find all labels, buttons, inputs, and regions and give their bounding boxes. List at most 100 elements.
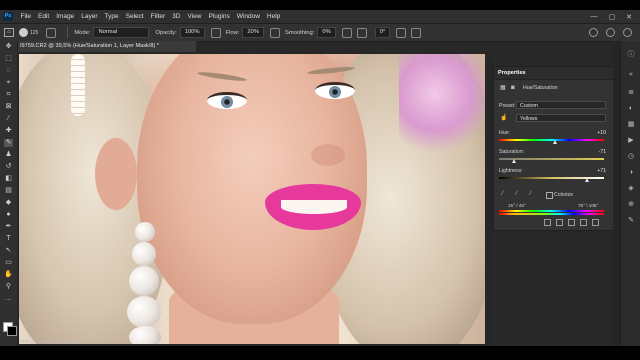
swatches-icon[interactable]: ▦ [627, 121, 635, 129]
gear-icon[interactable] [341, 27, 352, 38]
airbrush-icon[interactable] [270, 27, 281, 38]
eyedropper-tool-icon[interactable]: ⁄ [4, 115, 13, 123]
colorize-checkbox[interactable] [546, 192, 553, 199]
menu-type[interactable]: Type [101, 13, 122, 20]
visibility-icon[interactable] [580, 219, 587, 226]
menu-window[interactable]: Window [233, 13, 263, 20]
frame-tool-icon[interactable]: ⊠ [4, 103, 13, 111]
hand-tool-icon[interactable]: ✋ [4, 271, 13, 279]
object-select-tool-icon[interactable]: ⌖ [4, 79, 13, 87]
eraser-tool-icon[interactable]: ◧ [4, 175, 13, 183]
earring-pearl [129, 266, 159, 296]
clone-stamp-tool-icon[interactable]: ♟ [4, 151, 13, 159]
healing-brush-tool-icon[interactable]: ✚ [4, 127, 13, 135]
brush-preset-icon[interactable] [19, 28, 28, 37]
clip-to-layer-icon[interactable] [544, 219, 551, 226]
minimize-button[interactable]: — [591, 13, 598, 21]
menu-image[interactable]: Image [53, 13, 78, 20]
more-tools-icon[interactable]: … [4, 295, 13, 303]
adjustments-icon[interactable]: ◑ [627, 169, 635, 177]
divider [67, 27, 69, 38]
saturation-slider-handle[interactable] [511, 159, 516, 163]
lightness-slider-handle[interactable] [585, 178, 590, 182]
right-panel-icons: ⓘ « ≣ ◐ ▦ ▶ ◷ ◑ ◈ ⊕ ✎ [620, 41, 640, 346]
pressure-opacity-icon[interactable] [210, 27, 221, 38]
flow-field[interactable]: 20% [242, 27, 265, 38]
menu-file[interactable]: File [17, 13, 34, 20]
close-button[interactable]: ✕ [626, 13, 632, 21]
view-previous-icon[interactable] [556, 219, 563, 226]
hue-value[interactable]: +10 [597, 130, 606, 136]
eyedropper-subtract-icon[interactable]: ⁄ [530, 191, 536, 197]
lasso-tool-icon[interactable]: ◌ [4, 67, 13, 75]
channels-icon[interactable]: ⊕ [627, 201, 635, 209]
background-color-swatch[interactable] [7, 326, 17, 336]
dodge-tool-icon[interactable]: ● [4, 211, 13, 219]
menu-select[interactable]: Select [122, 13, 147, 20]
history-icon[interactable]: ◷ [627, 153, 635, 161]
menu-filter[interactable]: Filter [147, 13, 168, 20]
window-controls: — ▢ ✕ [591, 13, 640, 21]
hue-slider-handle[interactable] [552, 140, 557, 144]
targeted-adjustment-icon[interactable]: ☝ [500, 115, 507, 121]
properties-icon[interactable]: ≣ [627, 89, 635, 97]
share-icon[interactable] [623, 28, 632, 37]
menu-3d[interactable]: 3D [169, 13, 184, 20]
color-icon[interactable]: ◐ [627, 105, 635, 113]
eyedropper-icon[interactable]: ⁄ [502, 191, 508, 197]
brush-size[interactable]: 125 [30, 30, 38, 36]
hue-slider-track[interactable] [499, 139, 604, 141]
canvas-area[interactable] [17, 52, 492, 346]
reset-icon[interactable] [568, 219, 575, 226]
angle-field[interactable]: 0° [374, 27, 391, 38]
portrait-photo[interactable] [19, 54, 485, 344]
expand-panels-icon[interactable]: « [627, 71, 635, 79]
status-bar: 3840 px x 5760 px (300 ppi) [17, 340, 219, 346]
blur-tool-icon[interactable]: ◆ [4, 199, 13, 207]
channel-dropdown[interactable]: Yellows [516, 114, 606, 122]
marquee-tool-icon[interactable]: ⬚ [4, 55, 13, 63]
menu-view[interactable]: View [184, 13, 205, 20]
zoom-tool-icon[interactable]: ⚲ [4, 283, 13, 291]
pressure-size-icon[interactable] [396, 27, 407, 38]
menu-layer[interactable]: Layer [78, 13, 101, 20]
brush-settings-icon[interactable] [46, 27, 57, 38]
smoothing-field[interactable]: 0% [317, 27, 336, 38]
mode-dropdown[interactable]: Normal [93, 27, 150, 38]
crop-tool-icon[interactable]: ⌗ [4, 91, 13, 99]
symmetry-icon[interactable] [411, 27, 422, 38]
range-left: 15° / 45° [508, 203, 526, 208]
paths-icon[interactable]: ✎ [627, 217, 635, 225]
layers-icon[interactable]: ◈ [627, 185, 635, 193]
home-icon[interactable]: ⌂ [4, 28, 14, 37]
history-brush-tool-icon[interactable]: ↺ [4, 163, 13, 171]
preset-dropdown[interactable]: Custom [516, 101, 606, 109]
angle-icon[interactable] [356, 27, 367, 38]
path-selection-tool-icon[interactable]: ↖ [4, 247, 13, 255]
document-tab[interactable]: I9759.CR2 @ 39,5% (Hue/Saturation 1, Lay… [18, 41, 196, 52]
delete-icon[interactable] [592, 219, 599, 226]
opacity-field[interactable]: 100% [179, 27, 205, 38]
menu-help[interactable]: Help [263, 13, 283, 20]
move-tool-icon[interactable]: ✥ [4, 43, 13, 51]
eyedropper-add-icon[interactable]: ⁄ [516, 191, 522, 197]
pen-tool-icon[interactable]: ✒ [4, 223, 13, 231]
menu-plugins[interactable]: Plugins [205, 13, 233, 20]
iris-right [329, 86, 341, 98]
lightness-label: Lightness: [499, 168, 523, 174]
search-icon[interactable] [589, 28, 598, 37]
menu-edit[interactable]: Edit [34, 13, 52, 20]
actions-icon[interactable]: ▶ [627, 137, 635, 145]
gradient-tool-icon[interactable]: ▤ [4, 187, 13, 195]
color-range-bar-bottom[interactable] [499, 213, 604, 215]
rectangle-tool-icon[interactable]: ▭ [4, 259, 13, 267]
maximize-button[interactable]: ▢ [609, 13, 616, 21]
brush-tool-icon[interactable]: ✎ [4, 139, 13, 147]
workspace-icon[interactable] [606, 28, 615, 37]
lightness-value[interactable]: +71 [597, 168, 606, 174]
info-icon[interactable]: ⓘ [627, 51, 635, 59]
type-tool-icon[interactable]: T [4, 235, 13, 243]
properties-title: Properties [494, 67, 614, 80]
layer-mask-icon[interactable]: ◙ [511, 85, 517, 91]
saturation-value[interactable]: -71 [599, 149, 607, 155]
